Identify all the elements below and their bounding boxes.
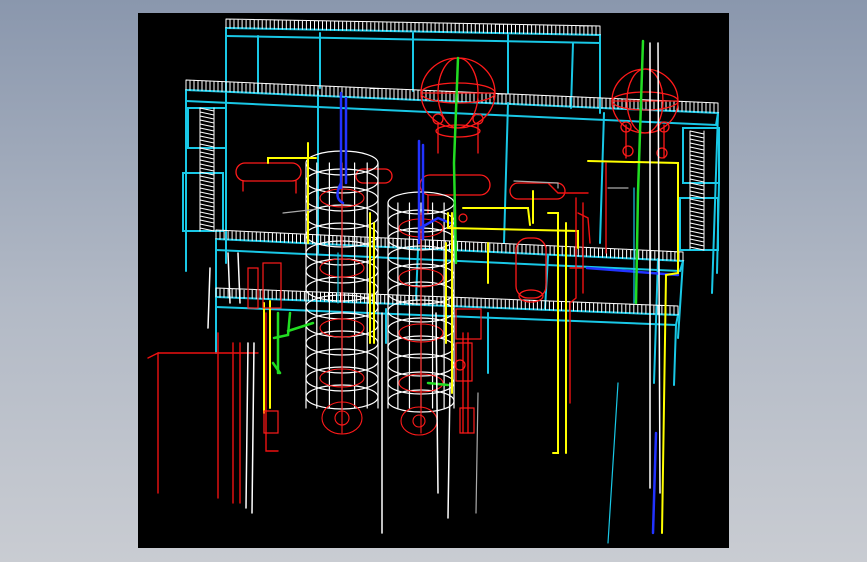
drawing-viewport[interactable] bbox=[138, 13, 729, 548]
cad-wireframe-drawing[interactable] bbox=[138, 13, 729, 548]
spherical-tank-right bbox=[611, 68, 679, 159]
stair-right bbox=[682, 127, 720, 184]
cad-application-window bbox=[0, 0, 867, 562]
distillation-columns bbox=[305, 150, 455, 413]
piping-yellow bbox=[263, 142, 679, 534]
